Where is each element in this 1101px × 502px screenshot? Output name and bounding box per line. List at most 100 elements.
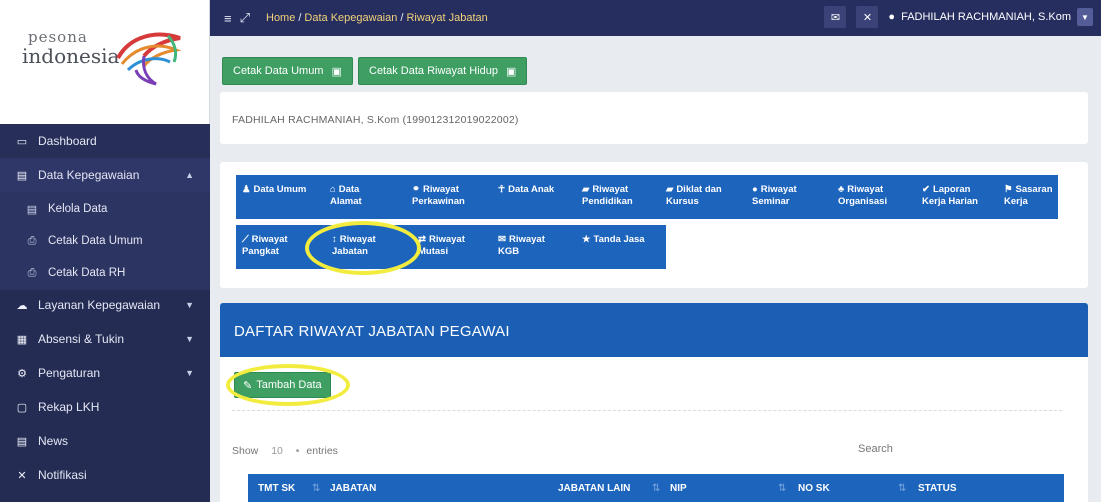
star-icon: ★ (582, 234, 591, 245)
button-label: Cetak Data Riwayat Hidup (369, 65, 499, 77)
section-header: DAFTAR RIWAYAT JABATAN PEGAWAI (220, 303, 1088, 357)
sidebar-item-cetak-data-umum[interactable]: ⎙ Cetak Data Umum (0, 224, 210, 258)
breadcrumb-home[interactable]: Home (266, 12, 295, 24)
document-icon: ▢ (16, 401, 28, 414)
sidebar: pesona indonesia ▭ Dashboard ▤ Data Kepe… (0, 0, 210, 502)
tab-riwayat-organisasi[interactable]: ♣ Riwayat Organisasi (832, 175, 893, 219)
tab-riwayat-perkawinan[interactable]: ⚭ Riwayat Perkawinan (406, 175, 471, 219)
tab-label: Riwayat (847, 184, 884, 195)
tab-label: Sasaran (1015, 184, 1053, 195)
tab-riwayat-jabatan[interactable]: ↕ Riwayat Jabatan (326, 225, 382, 269)
sidebar-item-cetak-data-rh[interactable]: ⎙ Cetak Data RH (0, 256, 210, 290)
tab-data-anak[interactable]: ☥ Data Anak (492, 175, 560, 219)
cetak-data-umum-button[interactable]: Cetak Data Umum ▣ (222, 57, 353, 85)
tab-diklat-kursus[interactable]: ▰ Diklat dan Kursus (660, 175, 728, 219)
sort-icon[interactable]: ⇅ (652, 483, 660, 494)
employee-name-nip: FADHILAH RACHMANIAH, S.Kom (199012312019… (232, 114, 519, 126)
printer-icon: ⎙ (27, 266, 37, 279)
tab-label: Kursus (666, 196, 699, 207)
sidebar-item-pengaturan[interactable]: ⚙ Pengaturan ▼ (0, 356, 210, 390)
tab-label: Jabatan (332, 246, 368, 257)
tab-tanda-jasa[interactable]: ★ Tanda Jasa (576, 225, 651, 269)
user-name: FADHILAH RACHMANIAH, S.Kom (901, 11, 1071, 23)
tab-label: Pendidikan (582, 196, 633, 207)
column-header-tmt-sk[interactable]: TMT SK (258, 483, 295, 494)
pdf-icon: ▣ (331, 65, 342, 78)
tab-label: Seminar (752, 196, 790, 207)
printer-icon: ⎙ (27, 234, 37, 247)
employee-card: FADHILAH RACHMANIAH, S.Kom (199012312019… (220, 92, 1088, 144)
tab-label: Diklat dan (676, 184, 722, 195)
bell-slash-icon: ✕ (17, 469, 27, 482)
sidebar-item-label: Data Kepegawaian (38, 168, 140, 182)
sidebar-item-label: Layanan Kepegawaian (38, 298, 161, 312)
tab-label: Kerja Harian (922, 196, 978, 207)
id-card-icon: ▤ (16, 169, 28, 182)
sidebar-item-data-kepegawaian[interactable]: ▤ Data Kepegawaian ▲ (0, 158, 210, 192)
column-header-jabatan-lain[interactable]: JABATAN LAIN (558, 483, 630, 494)
sitemap-icon: ♣ (838, 184, 845, 195)
home-icon: ⌂ (330, 184, 336, 195)
column-header-no-sk[interactable]: NO SK (798, 483, 830, 494)
gear-icon: ⚙ (17, 367, 27, 380)
id-card-icon: ▤ (26, 203, 38, 216)
column-header-status[interactable]: STATUS (918, 483, 957, 494)
table-header: TMT SK ⇅ JABATAN JABATAN LAIN ⇅ NIP ⇅ NO… (248, 474, 1064, 502)
flag-icon: ⚑ (1004, 184, 1013, 195)
sidebar-item-label: Dashboard (38, 134, 97, 148)
tab-riwayat-pangkat[interactable]: ⟋ Riwayat Pangkat (236, 225, 294, 269)
chevron-down-icon: ▼ (185, 368, 194, 378)
edit-icon: ✎ (243, 379, 253, 392)
page-size-select[interactable]: 10 (271, 445, 283, 457)
exchange-icon: ⇄ (418, 234, 426, 245)
tab-riwayat-seminar[interactable]: ● Riwayat Seminar (746, 175, 803, 219)
tab-data-alamat[interactable]: ⌂ Data Alamat (324, 175, 368, 219)
sort-icon[interactable]: ⇅ (898, 483, 906, 494)
divider (232, 410, 1062, 411)
sidebar-item-news[interactable]: ▤ News (0, 424, 210, 458)
notification-off-icon[interactable]: ✕ (856, 6, 879, 28)
graduation-icon: ▰ (582, 184, 590, 195)
tab-label: Riwayat (592, 184, 629, 195)
show-label: Show (232, 445, 259, 457)
column-header-jabatan[interactable]: JABATAN (330, 483, 376, 494)
sidebar-item-dashboard[interactable]: ▭ Dashboard (0, 124, 210, 158)
sort-icon[interactable]: ⇅ (778, 483, 786, 494)
tab-riwayat-pendidikan[interactable]: ▰ Riwayat Pendidikan (576, 175, 639, 219)
tab-label: Perkawinan (412, 196, 465, 207)
sidebar-item-rekap-lkh[interactable]: ▢ Rekap LKH (0, 390, 210, 424)
breadcrumb: Home / Data Kepegawaian / Riwayat Jabatan (266, 12, 488, 24)
top-navbar: ≡ ⤢ Home / Data Kepegawaian / Riwayat Jabata… (210, 0, 1101, 36)
search-label: Search (858, 443, 893, 455)
cetak-data-riwayat-hidup-button[interactable]: Cetak Data Riwayat Hidup ▣ (358, 57, 528, 85)
inbox-icon[interactable]: ✉ (824, 6, 847, 28)
sidebar-item-absensi-tukin[interactable]: ▦ Absensi & Tukin ▼ (0, 322, 210, 356)
tab-data-umum[interactable]: ♟ Data Umum (236, 175, 312, 219)
tab-label: Riwayat (339, 234, 376, 245)
tab-sasaran-kerja[interactable]: ⚑ Sasaran Kerja (998, 175, 1059, 219)
fullscreen-icon[interactable]: ⤢ (240, 10, 250, 26)
user-menu[interactable]: ● FADHILAH RACHMANIAH, S.Kom ▼ (888, 8, 1093, 26)
tab-laporan-kerja-harian[interactable]: ✔ Laporan Kerja Harian (916, 175, 984, 219)
envelope-icon: ✉ (498, 234, 506, 245)
column-header-nip[interactable]: NIP (670, 483, 687, 494)
sidebar-item-kelola-data[interactable]: ▤ Kelola Data (0, 192, 210, 226)
sidebar-item-label: Cetak Data RH (48, 267, 126, 279)
book-icon: ▰ (666, 184, 674, 195)
sidebar-item-label: Kelola Data (48, 203, 108, 215)
chevron-down-icon[interactable]: ▼ (1077, 8, 1093, 26)
logo[interactable]: pesona indonesia (0, 0, 210, 124)
sidebar-item-layanan-kepegawaian[interactable]: ☁ Layanan Kepegawaian ▼ (0, 288, 210, 322)
sidebar-item-notifikasi[interactable]: ✕ Notifikasi (0, 458, 210, 492)
tambah-data-button[interactable]: ✎ Tambah Data (234, 372, 331, 398)
chevron-down-icon: ▼ (185, 300, 194, 310)
dropdown-caret-icon[interactable]: • (296, 445, 300, 457)
menu-toggle-icon[interactable]: ≡ (224, 11, 232, 26)
breadcrumb-data-kepegawaian[interactable]: Data Kepegawaian (304, 12, 397, 24)
section-title: DAFTAR RIWAYAT JABATAN PEGAWAI (234, 323, 510, 340)
sort-icon[interactable]: ⇅ (312, 483, 320, 494)
tab-riwayat-mutasi[interactable]: ⇄ Riwayat Mutasi (412, 225, 471, 269)
tab-label: Riwayat (508, 234, 545, 245)
tab-riwayat-kgb[interactable]: ✉ Riwayat KGB (492, 225, 551, 269)
sidebar-item-label: Absensi & Tukin (38, 332, 125, 346)
